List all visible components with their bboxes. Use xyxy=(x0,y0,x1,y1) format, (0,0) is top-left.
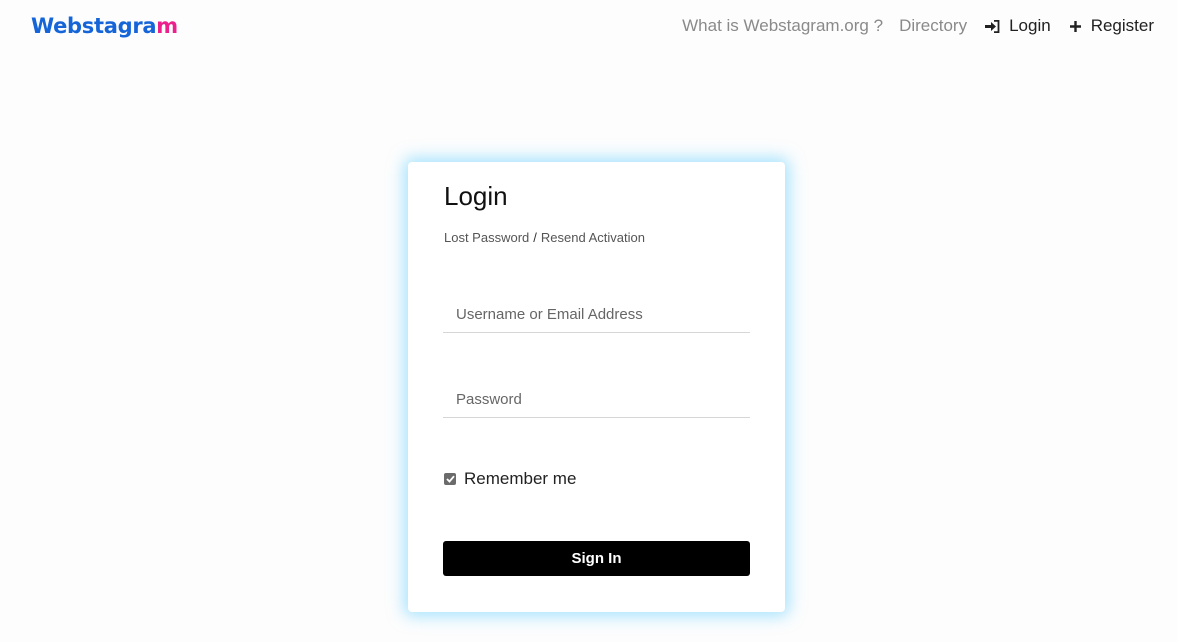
sign-in-icon xyxy=(985,19,1000,33)
main-nav: What is Webstagram.org ? Directory Login… xyxy=(682,16,1154,36)
nav-login-link[interactable]: Login xyxy=(985,16,1051,36)
nav-what-is-link[interactable]: What is Webstagram.org ? xyxy=(682,16,883,36)
nav-login-label: Login xyxy=(1009,16,1051,35)
remember-me-label: Remember me xyxy=(464,469,577,488)
resend-activation-link[interactable]: Resend Activation xyxy=(541,230,645,245)
top-navbar: Webstagram What is Webstagram.org ? Dire… xyxy=(0,0,1177,56)
account-help-links: Lost Password / Resend Activation xyxy=(444,230,645,245)
login-title: Login xyxy=(444,181,508,211)
lost-password-link[interactable]: Lost Password xyxy=(444,230,529,245)
nav-register-link[interactable]: Register xyxy=(1069,16,1154,36)
sign-in-button[interactable]: Sign In xyxy=(443,541,750,576)
checkmark-icon xyxy=(445,475,455,483)
remember-me-checkbox[interactable] xyxy=(444,473,456,485)
nav-register-label: Register xyxy=(1090,16,1154,35)
logo-text: Webstagra xyxy=(31,14,157,38)
password-input[interactable] xyxy=(443,382,750,418)
plus-icon xyxy=(1069,20,1081,32)
logo-text-accent: m xyxy=(156,14,178,38)
site-logo[interactable]: Webstagram xyxy=(31,14,178,38)
links-separator: / xyxy=(533,230,537,245)
login-card: Login Lost Password / Resend Activation Re… xyxy=(408,162,785,612)
nav-directory-link[interactable]: Directory xyxy=(899,16,967,36)
remember-me-row[interactable]: Remember me xyxy=(444,469,576,489)
username-input[interactable] xyxy=(443,297,750,333)
